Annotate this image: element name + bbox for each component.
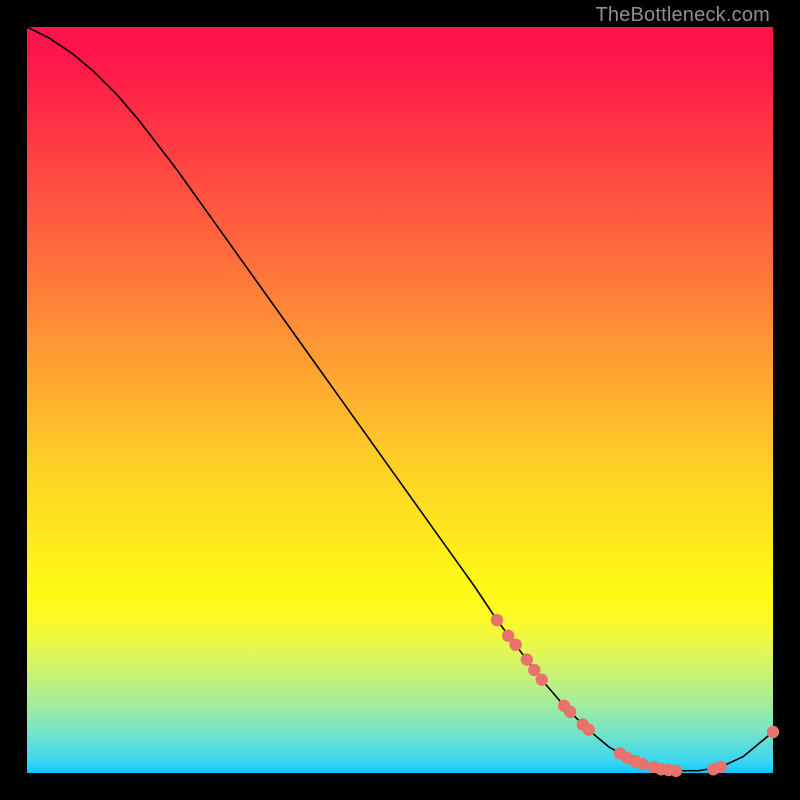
data-point	[521, 653, 533, 665]
curve-line	[27, 27, 773, 771]
data-point	[583, 724, 595, 736]
watermark-text: TheBottleneck.com	[595, 4, 770, 27]
data-point	[715, 761, 727, 773]
data-point	[670, 765, 682, 777]
data-point	[536, 674, 548, 686]
plot-area	[27, 27, 773, 773]
data-point	[528, 664, 540, 676]
data-point	[491, 614, 503, 626]
chart-svg	[27, 27, 773, 773]
data-point	[564, 706, 576, 718]
data-point	[509, 638, 521, 650]
data-point	[767, 726, 779, 738]
data-point	[636, 758, 648, 770]
chart-container: TheBottleneck.com	[0, 0, 800, 800]
data-points-group	[491, 614, 779, 777]
